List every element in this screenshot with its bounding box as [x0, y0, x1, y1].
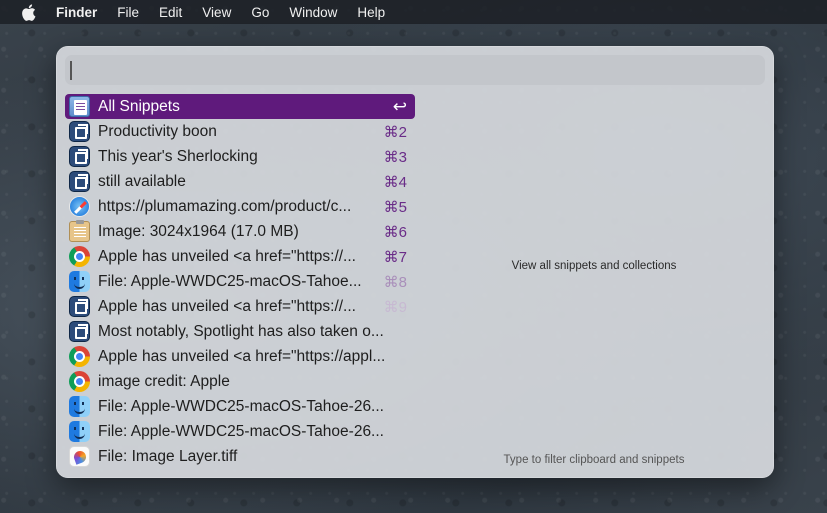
list-item-label: Apple has unveiled <a href="https://...	[98, 297, 356, 315]
snippet-icon	[69, 321, 90, 342]
list-item-label: Most notably, Spotlight has also taken o…	[98, 322, 384, 340]
menu-file[interactable]: File	[117, 5, 139, 20]
preview-description: View all snippets and collections	[511, 260, 677, 272]
list-item-label: File: Image Layer.tiff	[98, 447, 238, 465]
list-item[interactable]: Image: 3024x1964 (17.0 MB) ⌘6	[65, 219, 415, 244]
finder-icon	[69, 421, 90, 442]
menu-app-name[interactable]: Finder	[56, 5, 97, 20]
clipboard-snippets-panel: All Snippets ↩ Productivity boon ⌘2 This…	[56, 46, 774, 478]
list-item-shortcut: ⌘2	[383, 123, 407, 141]
snippet-icon	[69, 171, 90, 192]
menu-window[interactable]: Window	[289, 5, 337, 20]
list-item[interactable]: Apple has unveiled <a href="https://... …	[65, 244, 415, 269]
chrome-icon	[69, 346, 90, 367]
list-item[interactable]: File: Apple-WWDC25-macOS-Tahoe... ⌘8	[65, 269, 415, 294]
list-item-label: still available	[98, 172, 186, 190]
list-item-shortcut: ⌘7	[383, 248, 407, 266]
list-item[interactable]: Most notably, Spotlight has also taken o…	[65, 319, 415, 344]
snippet-icon	[69, 146, 90, 167]
chrome-icon	[69, 246, 90, 267]
list-item-label: Apple has unveiled <a href="https://appl…	[98, 347, 386, 365]
clipboard-list: All Snippets ↩ Productivity boon ⌘2 This…	[65, 94, 415, 469]
clipboard-icon	[69, 220, 90, 242]
list-item-shortcut: ⌘3	[383, 148, 407, 166]
menu-view[interactable]: View	[202, 5, 231, 20]
list-item-label: Productivity boon	[98, 122, 217, 140]
list-item[interactable]: Apple has unveiled <a href="https://appl…	[65, 344, 415, 369]
list-item-label: Apple has unveiled <a href="https://...	[98, 247, 356, 265]
list-item[interactable]: Productivity boon ⌘2	[65, 119, 415, 144]
list-item-label: File: Apple-WWDC25-macOS-Tahoe-26...	[98, 422, 384, 440]
chrome-icon	[69, 371, 90, 392]
list-item[interactable]: File: Apple-WWDC25-macOS-Tahoe-26...	[65, 394, 415, 419]
list-item-shortcut: ⌘8	[383, 273, 407, 291]
list-item[interactable]: Apple has unveiled <a href="https://... …	[65, 294, 415, 319]
menu-help[interactable]: Help	[357, 5, 385, 20]
image-file-icon	[69, 446, 90, 467]
text-caret	[70, 61, 72, 80]
list-item-shortcut: ⌘6	[383, 223, 407, 241]
menu-go[interactable]: Go	[251, 5, 269, 20]
apple-menu[interactable]	[0, 3, 56, 21]
list-item[interactable]: https://plumamazing.com/product/c... ⌘5	[65, 194, 415, 219]
list-item-shortcut: ⌘5	[383, 198, 407, 216]
apple-logo-icon	[21, 3, 35, 21]
snippet-icon	[69, 296, 90, 317]
list-item-shortcut: ⌘4	[383, 173, 407, 191]
list-item-label: Image: 3024x1964 (17.0 MB)	[98, 222, 299, 240]
list-item[interactable]: image credit: Apple	[65, 369, 415, 394]
list-item-label: https://plumamazing.com/product/c...	[98, 197, 352, 215]
return-key-shortcut: ↩	[392, 96, 407, 116]
all-snippets-icon	[69, 96, 90, 117]
list-item[interactable]: File: Image Layer.tiff	[65, 444, 415, 469]
list-item[interactable]: This year's Sherlocking ⌘3	[65, 144, 415, 169]
search-input[interactable]	[65, 55, 765, 85]
finder-icon	[69, 271, 90, 292]
list-item-label: File: Apple-WWDC25-macOS-Tahoe-26...	[98, 397, 384, 415]
menu-edit[interactable]: Edit	[159, 5, 182, 20]
list-item[interactable]: File: Apple-WWDC25-macOS-Tahoe-26...	[65, 419, 415, 444]
snippet-icon	[69, 121, 90, 142]
safari-icon	[69, 196, 90, 217]
list-item-all-snippets[interactable]: All Snippets ↩	[65, 94, 415, 119]
list-item-label: File: Apple-WWDC25-macOS-Tahoe...	[98, 272, 362, 290]
menu-bar: Finder File Edit View Go Window Help	[0, 0, 827, 24]
list-item-label: This year's Sherlocking	[98, 147, 258, 165]
finder-icon	[69, 396, 90, 417]
list-item-label: All Snippets	[98, 97, 180, 115]
filter-hint: Type to filter clipboard and snippets	[503, 454, 685, 466]
list-item-shortcut: ⌘9	[383, 298, 407, 316]
list-item-label: image credit: Apple	[98, 372, 230, 390]
list-item[interactable]: still available ⌘4	[65, 169, 415, 194]
